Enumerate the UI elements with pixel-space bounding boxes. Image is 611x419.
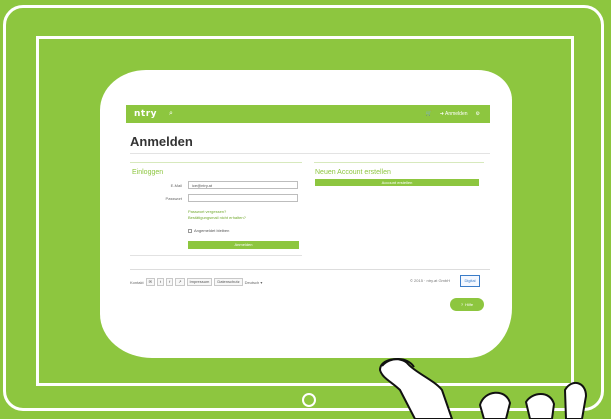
hand-pointer-illustration <box>378 358 588 419</box>
footer: Kontakt ✉ t f ↗ Impressum Datenschutz De… <box>130 274 490 288</box>
create-account-button[interactable]: Account erstellen <box>315 179 479 186</box>
cart-icon[interactable]: 🛒 <box>425 111 431 117</box>
brand-logo[interactable]: ntry <box>134 109 157 119</box>
contact-label: Kontakt <box>130 279 144 285</box>
search-icon[interactable]: ⌕ <box>169 110 173 118</box>
email-label: E-Mail <box>170 183 182 188</box>
forgot-password-link[interactable]: Passwort vergessen? <box>188 209 226 214</box>
remember-me-label: Angemeldet bleiben <box>194 228 230 233</box>
password-label: Passwort <box>165 196 182 201</box>
login-link-label: Anmelden <box>445 111 468 117</box>
help-icon: ? <box>460 302 464 307</box>
register-panel: Neuen Account erstellen Account erstelle… <box>314 162 484 190</box>
digital-seal[interactable]: Digital <box>460 275 480 287</box>
login-submit-button[interactable]: Anmelden <box>188 241 299 249</box>
gear-icon[interactable]: ⚙ <box>476 111 480 117</box>
imprint-link[interactable]: Impressum <box>186 278 213 286</box>
copyright-text: © 2015 · ntry.at GmbH <box>410 278 450 283</box>
language-label: Deutsch <box>244 279 260 285</box>
footer-divider <box>130 269 490 270</box>
footer-links: Kontakt ✉ t f ↗ Impressum Datenschutz De… <box>130 278 262 286</box>
twitter-icon[interactable]: t <box>156 278 165 286</box>
login-heading: Einloggen <box>132 169 164 176</box>
link-icon[interactable]: ↗ <box>175 278 185 286</box>
confirmation-mail-link[interactable]: Bestätigungsmail nicht erhalten? <box>188 215 246 220</box>
email-field[interactable]: ice@ntry.at <box>188 181 298 189</box>
web-page-screen: ntry ⌕ 🛒 ➜ Anmelden ⚙ Anmelden Einloggen… <box>100 70 512 358</box>
topbar-actions: 🛒 ➜ Anmelden ⚙ <box>425 111 480 117</box>
register-heading: Neuen Account erstellen <box>315 169 391 176</box>
top-navigation-bar: ntry ⌕ 🛒 ➜ Anmelden ⚙ <box>126 105 490 123</box>
help-button[interactable]: ? Hilfe <box>450 298 484 311</box>
remember-me-checkbox[interactable] <box>188 228 192 233</box>
help-label: Hilfe <box>465 302 474 307</box>
facebook-icon[interactable]: f <box>166 278 174 286</box>
tablet-scene: ntry ⌕ 🛒 ➜ Anmelden ⚙ Anmelden Einloggen… <box>0 0 611 419</box>
login-panel: Einloggen E-Mail ice@ntry.at Passwort Pa… <box>130 162 302 256</box>
privacy-link[interactable]: Datenschutz <box>214 278 243 286</box>
login-link[interactable]: ➜ Anmelden <box>440 111 468 117</box>
title-divider <box>130 153 490 154</box>
tablet-home-button[interactable] <box>302 393 316 407</box>
mail-icon[interactable]: ✉ <box>145 278 155 286</box>
password-field[interactable] <box>188 194 298 202</box>
page-title: Anmelden <box>130 134 193 149</box>
language-selector[interactable]: Deutsch ▾ <box>245 280 263 285</box>
remember-me-row[interactable]: Angemeldet bleiben <box>188 228 229 233</box>
